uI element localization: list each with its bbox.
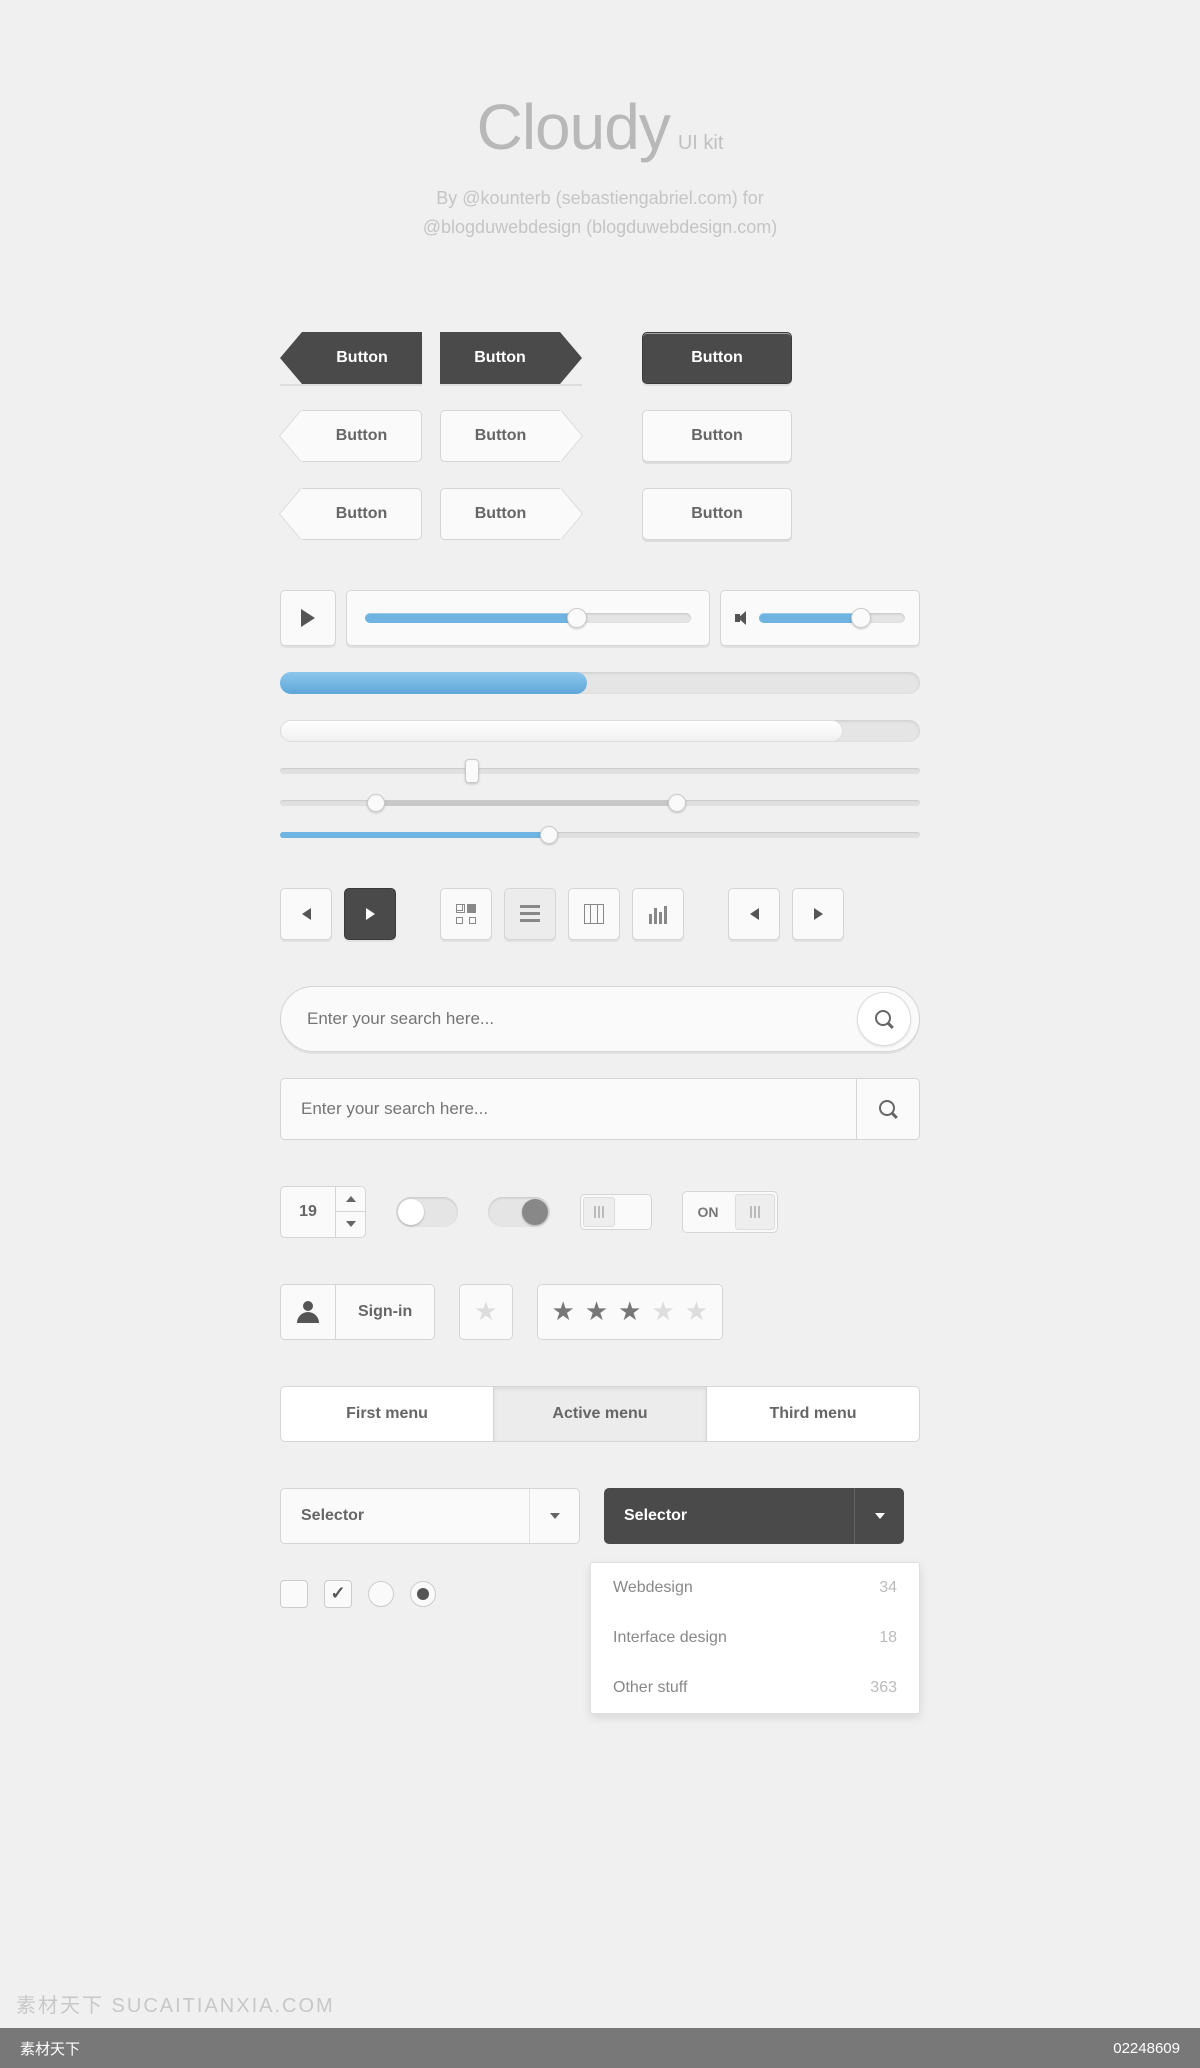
footer-left: 素材天下 [20,2038,80,2059]
signin-label: Sign-in [336,1284,435,1340]
star-icon: ★ [685,1296,708,1327]
radio-unchecked[interactable] [368,1581,394,1607]
switch-labeled[interactable]: ON [682,1191,778,1233]
button-light-arrow-left-2[interactable]: Button [280,488,422,540]
dropdown-item[interactable]: Interface design 18 [591,1613,919,1663]
tab-third[interactable]: Third menu [707,1386,920,1442]
search-round [280,986,920,1052]
star-icon: ★ [651,1296,674,1327]
menu-tabs: First menu Active menu Third menu [280,1386,920,1442]
grid-icon [456,904,476,924]
button-light-2[interactable]: Button [642,488,792,540]
stepper-down[interactable] [336,1211,366,1238]
chevron-left-icon [302,908,311,920]
view-columns-button[interactable] [568,888,620,940]
dropdown-item-count: 34 [879,1579,897,1597]
title: Cloudy [477,90,670,164]
star-rating[interactable]: ★ ★ ★ ★ ★ [537,1284,724,1340]
selector-light[interactable]: Selector [280,1488,580,1544]
subtitle: UI kit [678,132,724,155]
signin-button[interactable]: Sign-in [280,1284,435,1340]
button-light-arrow-right-2[interactable]: Button [440,488,582,540]
star-single[interactable]: ★ [459,1284,512,1340]
button-light-arrow-right-1[interactable]: Button [440,410,582,462]
button-light-arrow-left-1[interactable]: Button [280,410,422,462]
button-dark-arrow-right[interactable]: Button [440,332,582,384]
nav-prev-button[interactable] [728,888,780,940]
play-icon [301,609,315,627]
view-grid-button[interactable] [440,888,492,940]
dropdown-item-label: Interface design [613,1629,727,1647]
dropdown-item-count: 363 [870,1679,897,1697]
watermark: 素材天下 SUCAITIANXIA.COM [16,1989,335,2018]
button-dark[interactable]: Button [642,332,792,384]
seek-bar[interactable] [346,590,710,646]
caret-down-icon [346,1221,356,1227]
footer-bar: 素材天下 02248609 [0,2028,1200,2068]
search-input-rect[interactable] [280,1078,856,1140]
list-icon [520,904,540,924]
caret-down-icon [875,1513,885,1519]
prev-button[interactable] [280,888,332,940]
search-icon [879,1100,897,1118]
play-button[interactable] [280,590,336,646]
star-icon: ★ [585,1296,608,1327]
nav-next-button[interactable] [792,888,844,940]
slider-blue[interactable] [280,832,920,838]
toggle-on[interactable] [488,1197,550,1227]
tab-active[interactable]: Active menu [494,1386,707,1442]
range-slider[interactable] [280,800,920,806]
header: Cloudy UI kit By @kounterb (sebastiengab… [280,90,920,242]
tab-first[interactable]: First menu [280,1386,494,1442]
dropdown-menu: Webdesign 34 Interface design 18 Other s… [590,1562,920,1714]
chevron-left-icon [750,908,759,920]
search-button-rect[interactable] [856,1078,920,1140]
barcode-icon [648,904,668,924]
dropdown-item-count: 18 [879,1629,897,1647]
next-button-active[interactable] [344,888,396,940]
byline-1: By @kounterb (sebastiengabriel.com) for [280,184,920,213]
search-icon [875,1010,893,1028]
dropdown-item-label: Other stuff [613,1679,687,1697]
dropdown-item[interactable]: Webdesign 34 [591,1563,919,1613]
button-light-1[interactable]: Button [642,410,792,462]
progress-bar-blue [280,672,920,694]
star-icon: ★ [618,1296,641,1327]
slider-1[interactable] [280,768,920,774]
selector-light-label: Selector [281,1507,529,1525]
number-stepper: 19 [280,1186,366,1238]
switch-on-label: ON [683,1192,733,1232]
stepper-up[interactable] [336,1186,366,1212]
caret-up-icon [346,1196,356,1202]
switch-off[interactable] [580,1194,652,1230]
volume-control[interactable] [720,590,920,646]
selector-dark[interactable]: Selector [604,1488,904,1544]
chevron-right-icon [814,908,823,920]
search-input-round[interactable] [307,1009,857,1029]
star-icon: ★ [474,1296,497,1327]
button-dark-arrow-left[interactable]: Button [280,332,422,384]
dropdown-item-label: Webdesign [613,1579,693,1597]
speaker-icon [735,611,749,625]
stepper-value: 19 [280,1186,336,1238]
view-list-button[interactable] [504,888,556,940]
chevron-right-icon [366,908,375,920]
view-bars-button[interactable] [632,888,684,940]
toggle-off[interactable] [396,1197,458,1227]
search-button-round[interactable] [857,992,911,1046]
dropdown-item[interactable]: Other stuff 363 [591,1663,919,1713]
byline-2: @blogduwebdesign (blogduwebdesign.com) [280,213,920,242]
user-icon [297,1301,319,1323]
footer-right: 02248609 [1113,2040,1180,2057]
search-rect [280,1078,920,1140]
checkbox-checked[interactable] [324,1580,352,1608]
radio-checked[interactable] [410,1581,436,1607]
progress-bar-white [280,720,920,742]
selector-dark-label: Selector [604,1507,854,1525]
columns-icon [584,904,604,924]
checkbox-unchecked[interactable] [280,1580,308,1608]
star-icon: ★ [552,1296,575,1327]
caret-down-icon [550,1513,560,1519]
